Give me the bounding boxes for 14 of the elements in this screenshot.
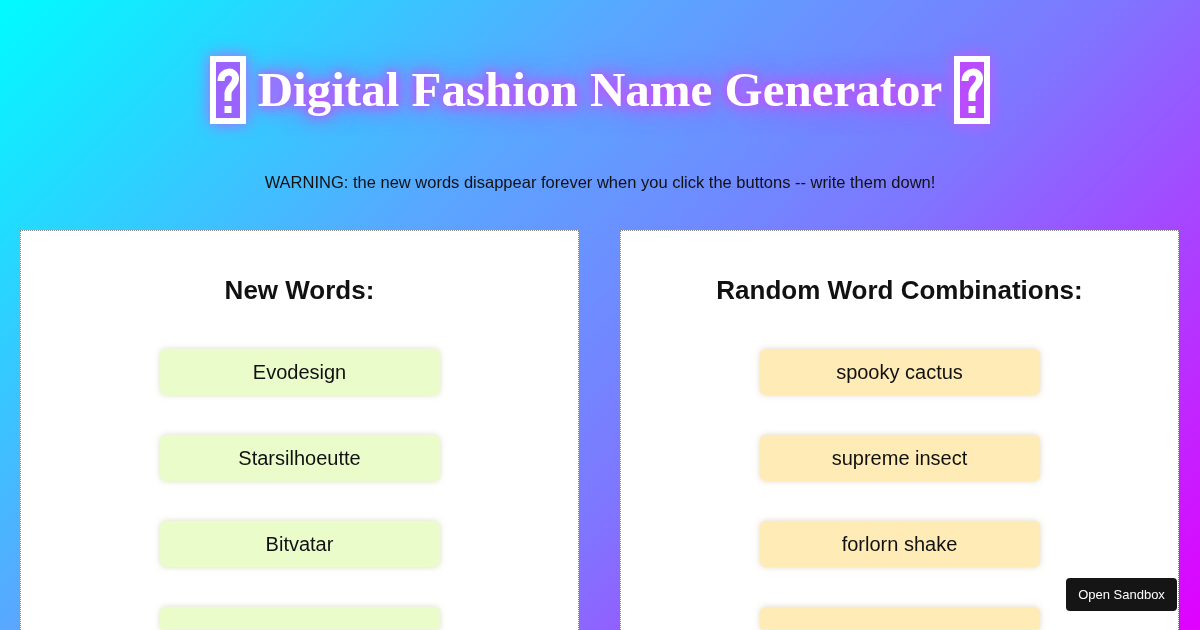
word-button[interactable]: Evodesign [159,349,440,395]
word-button[interactable] [159,607,440,629]
word-button[interactable]: spooky cactus [759,349,1040,395]
word-button[interactable] [759,607,1040,629]
word-button[interactable]: supreme insect [759,435,1040,481]
page-title: Digital Fashion Name Generator [257,61,943,119]
word-button[interactable]: Starsilhoeutte [159,435,440,481]
word-button[interactable]: Bitvatar [159,521,440,567]
question-box-icon [954,56,991,124]
open-sandbox-button[interactable]: Open Sandbox [1066,578,1177,611]
panel-heading: Random Word Combinations: [716,274,1083,306]
word-button[interactable]: forlorn shake [759,521,1040,567]
warning-text: WARNING: the new words disappear forever when you click the buttons -- write them down! [263,172,937,193]
panel-heading: New Words: [224,274,375,306]
